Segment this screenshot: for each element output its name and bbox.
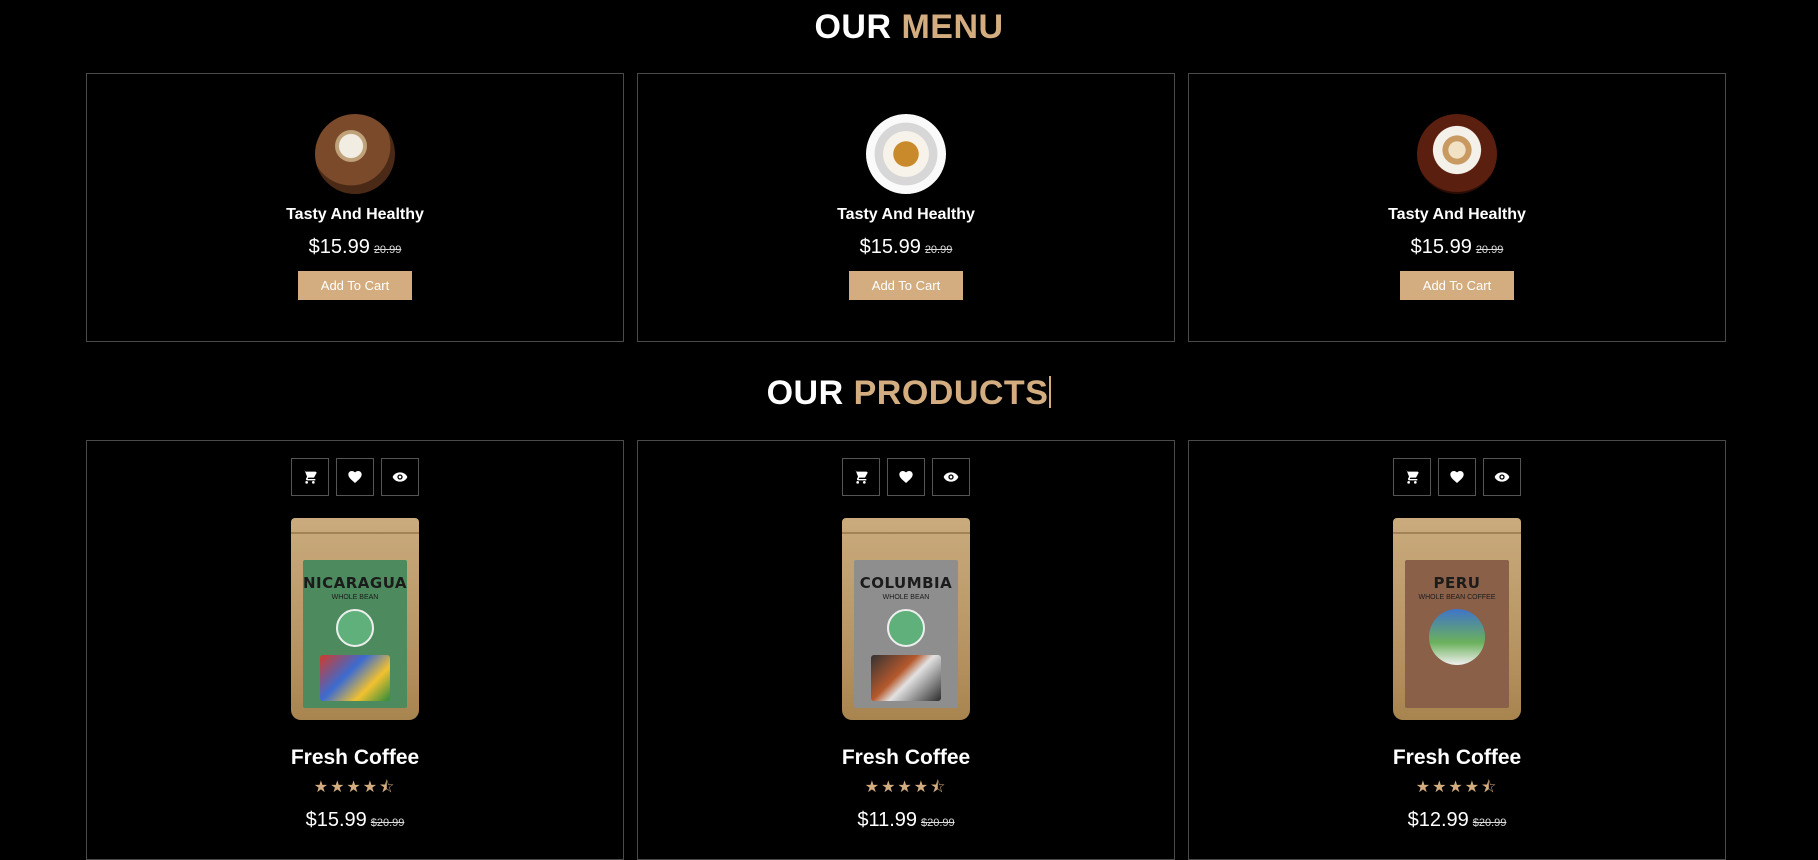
cappuccino-cup-image [315,114,395,194]
product-old-price: $20.99 [370,817,405,829]
eye-icon[interactable] [932,458,970,496]
add-to-cart-button[interactable]: Add To Cart [848,271,964,300]
product-price: $12.99 $20.99 [1407,809,1507,831]
menu-card: Tasty And Healthy $15.99 20.99 Add To Car… [1188,73,1726,342]
pack-origin: NICARAGUA [302,574,408,592]
shopping-cart-icon[interactable] [842,458,880,496]
menu-card: Tasty And Healthy $15.99 20.99 Add To Car… [637,73,1175,342]
pack-label: NICARAGUA WHOLE BEAN [303,560,407,708]
eye-icon[interactable] [1483,458,1521,496]
product-old-price: $20.99 [921,817,955,829]
product-price: $15.99 $20.99 [305,809,405,831]
products-grid: NICARAGUA WHOLE BEAN Fresh Coffee ★★★★⯪ … [86,440,1732,860]
menu-item-title: Tasty And Healthy [286,206,424,223]
product-actions [638,458,1174,496]
pack-sub: WHOLE BEAN [882,594,930,601]
star-rating: ★★★★⯪ [864,779,948,796]
pack-sub: WHOLE BEAN [331,594,379,601]
latte-art-cup-image [1417,114,1497,194]
star-rating: ★★★★⯪ [1415,779,1499,796]
organic-seal-icon [887,609,925,647]
add-to-cart-button[interactable]: Add To Cart [1399,271,1515,300]
shopping-cart-icon[interactable] [291,458,329,496]
pack-art [1429,609,1485,665]
shopping-cart-icon[interactable] [1393,458,1431,496]
pack-art [320,655,390,701]
heart-icon[interactable] [1438,458,1476,496]
coffee-pack-image: COLUMBIA WHOLE BEAN [842,518,970,720]
product-actions [87,458,623,496]
menu-heading-accent: MENU [901,8,1004,46]
menu-item-price: $15.99 20.99 [859,236,953,258]
product-old-price: $20.99 [1472,817,1507,829]
pack-sub: WHOLE BEAN COFFEE [1418,594,1496,601]
star-rating: ★★★★⯪ [313,779,397,796]
menu-heading-main: OUR [814,8,902,46]
product-card: COLUMBIA WHOLE BEAN Fresh Coffee ★★★★⯪ $… [637,440,1175,860]
coffee-pack-image: PERU WHOLE BEAN COFFEE [1393,518,1521,720]
menu-grid: Tasty And Healthy $15.99 20.99 Add To Car… [86,73,1732,342]
pack-label: COLUMBIA WHOLE BEAN [854,560,958,708]
menu-item-old-price: 20.99 [373,244,402,256]
menu-item-price: $15.99 20.99 [308,236,402,258]
product-title: Fresh Coffee [1392,746,1522,769]
pack-origin: COLUMBIA [859,574,953,592]
organic-seal-icon [336,609,374,647]
products-heading-accent: PRODUCTS [853,374,1049,412]
menu-heading: OUR MENU [0,0,1818,50]
text-caret [1049,376,1052,408]
menu-item-price: $15.99 20.99 [1410,236,1504,258]
product-price: $11.99 $20.99 [857,809,955,831]
product-card: NICARAGUA WHOLE BEAN Fresh Coffee ★★★★⯪ … [86,440,624,860]
products-heading: OUR PRODUCTS [0,376,1818,416]
heart-icon[interactable] [336,458,374,496]
coffee-pack-image: NICARAGUA WHOLE BEAN [291,518,419,720]
products-heading-main: OUR [766,374,854,412]
pack-origin: PERU [1433,574,1481,592]
menu-item-title: Tasty And Healthy [1388,206,1526,223]
product-title: Fresh Coffee [290,746,420,769]
eye-icon[interactable] [381,458,419,496]
product-card: PERU WHOLE BEAN COFFEE Fresh Coffee ★★★★… [1188,440,1726,860]
product-title: Fresh Coffee [841,746,971,769]
menu-item-old-price: 20.99 [924,244,953,256]
add-to-cart-button[interactable]: Add To Cart [297,271,413,300]
menu-item-title: Tasty And Healthy [837,206,975,223]
espresso-cup-image [866,114,946,194]
heart-icon[interactable] [887,458,925,496]
menu-item-old-price: 20.99 [1475,244,1504,256]
pack-label: PERU WHOLE BEAN COFFEE [1405,560,1509,708]
pack-art [871,655,941,701]
product-actions [1189,458,1725,496]
menu-card: Tasty And Healthy $15.99 20.99 Add To Car… [86,73,624,342]
